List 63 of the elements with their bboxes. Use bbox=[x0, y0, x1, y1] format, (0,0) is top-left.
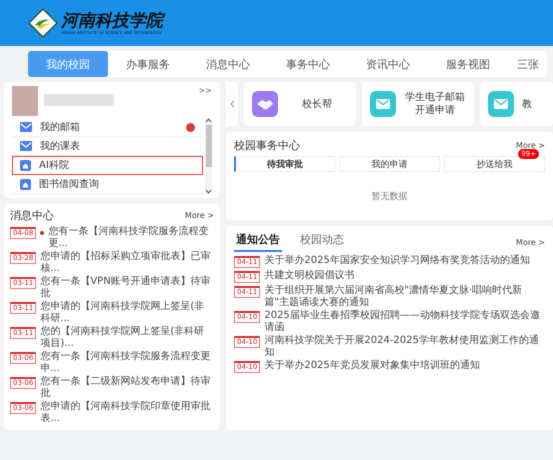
scrollbar[interactable] bbox=[205, 118, 212, 194]
notice-link[interactable]: 2025届毕业生春招季校园招聘——动物科技学院专场双选会邀请函 bbox=[264, 310, 545, 333]
notice-link[interactable]: 关于举办2025年国家安全知识学习网络有奖竞答活动的通知 bbox=[264, 255, 530, 266]
menu-item[interactable]: AI科院 bbox=[12, 156, 203, 175]
nav-tab[interactable]: 资讯中心 bbox=[348, 51, 428, 77]
menu-item[interactable]: 我的课表 bbox=[12, 137, 203, 156]
logo-title: 河南科技学院 bbox=[61, 12, 163, 30]
affairs-tab[interactable]: 我的申请 bbox=[339, 156, 440, 172]
app-tile[interactable]: 教 bbox=[480, 82, 553, 126]
mail-icon bbox=[20, 141, 32, 151]
message-link[interactable]: 您申请的【河南科技学院印章使用审批表... bbox=[40, 401, 214, 424]
notice-link[interactable]: 共建文明校园倡议书 bbox=[264, 270, 354, 282]
home-icon bbox=[20, 178, 31, 190]
chevron-left-icon bbox=[230, 100, 234, 108]
message-link[interactable]: 您申请的【招标采购立项审批表】已审核... bbox=[40, 251, 214, 274]
nav-tab[interactable]: 办事服务 bbox=[108, 51, 188, 77]
message-link[interactable]: 您有一条【河南科技学院服务流程变更... bbox=[48, 226, 214, 249]
nav-tab[interactable]: 消息中心 bbox=[188, 51, 268, 77]
mail-icon bbox=[370, 91, 396, 117]
notice-link[interactable]: 关于举办2025年党员发展对象集中培训班的通知 bbox=[264, 360, 480, 372]
affairs-tab[interactable]: 待我审批 bbox=[234, 156, 335, 172]
message-link[interactable]: 您有一条【VPN账号开通申请表】待审批 bbox=[40, 276, 214, 299]
app-tile[interactable]: 学生电子邮箱 开通申请 bbox=[362, 82, 474, 126]
app-tile[interactable]: 校长帮 bbox=[244, 82, 356, 126]
nav-tab[interactable]: 事务中心 bbox=[268, 51, 348, 77]
message-link[interactable]: 您有一条【河南科技学院服务流程变更申... bbox=[40, 351, 214, 374]
tile-label: 校长帮 bbox=[302, 98, 332, 110]
message-link[interactable]: 您的【河南科技学院网上签呈(非科研项目)... bbox=[40, 326, 214, 349]
more-link[interactable]: More > bbox=[184, 211, 214, 220]
notice-link[interactable]: 关于组织开展第六届河南省高校"濃情华夏文脉·唱响时代新篇"主题诵读大赛的通知 bbox=[264, 285, 545, 308]
mail-icon bbox=[20, 122, 32, 132]
menu-label: 我的课表 bbox=[40, 140, 80, 153]
affairs-tab[interactable]: 抄送给我 bbox=[444, 156, 545, 172]
tile-label: 开通申请 bbox=[415, 104, 455, 117]
scroll-up-icon[interactable] bbox=[205, 118, 212, 123]
empty-text: 暂无数据 bbox=[370, 190, 408, 203]
card-title: 消息中心 bbox=[10, 208, 54, 223]
expand-link[interactable]: >> bbox=[198, 86, 212, 95]
message-link[interactable]: 您申请的【河南科技学院网上签呈(非科研... bbox=[40, 301, 214, 324]
scroll-thumb[interactable] bbox=[206, 125, 212, 167]
emblem-icon bbox=[28, 8, 58, 38]
home-icon bbox=[20, 160, 31, 170]
card-title: 校园事务中心 bbox=[234, 138, 300, 153]
menu-label: AI科院 bbox=[39, 158, 69, 172]
menu-item[interactable]: 图书借阅查询 bbox=[12, 175, 203, 194]
unread-dot bbox=[40, 231, 44, 235]
more-link[interactable]: More > bbox=[516, 141, 545, 150]
name-placeholder bbox=[44, 94, 114, 106]
notice-link[interactable]: 河南科技学院关于开展2024-2025学年教材使用监测工作的通知 bbox=[264, 335, 545, 358]
nav-tab[interactable]: 三张 bbox=[508, 51, 548, 77]
avatar-placeholder bbox=[12, 86, 38, 116]
scroll-down-icon[interactable] bbox=[205, 189, 212, 194]
tile-label: 学生电子邮箱 bbox=[405, 91, 465, 104]
mail-icon bbox=[488, 91, 514, 117]
tile-label: 教 bbox=[522, 98, 532, 110]
notice-tab[interactable]: 校园动态 bbox=[298, 232, 346, 252]
menu-item[interactable]: 我的邮箱 bbox=[12, 118, 203, 137]
menu-label: 图书借阅查询 bbox=[39, 178, 99, 191]
message-link[interactable]: 您有一条【二级新网站发布申请】待审批 bbox=[40, 376, 214, 399]
more-link[interactable]: More > bbox=[516, 238, 545, 246]
notice-tab[interactable]: 通知公告 bbox=[234, 232, 282, 252]
nav-tab[interactable]: 服务视图 bbox=[428, 51, 508, 77]
menu-label: 我的邮箱 bbox=[40, 120, 80, 134]
